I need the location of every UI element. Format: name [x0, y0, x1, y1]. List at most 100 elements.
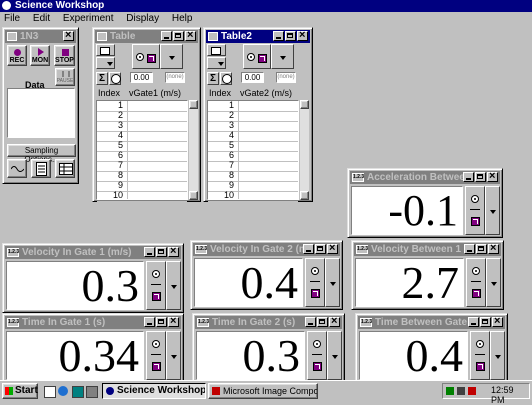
maximize-button[interactable]: [156, 317, 167, 327]
input-selector[interactable]: [132, 44, 160, 69]
table-options-button[interactable]: [96, 44, 115, 56]
task-image-composer[interactable]: Microsoft Image Composer...: [208, 383, 318, 399]
experiment-titlebar[interactable]: 1N30...: [5, 30, 76, 43]
close-button[interactable]: [327, 243, 338, 255]
start-button[interactable]: Start: [2, 383, 38, 399]
input-selector[interactable]: [305, 258, 325, 307]
close-button[interactable]: [185, 30, 196, 42]
input-dropdown[interactable]: [485, 186, 500, 235]
table-window-2[interactable]: Table2 Σ 0.00 (none) Index vGate2 (m/s) …: [203, 27, 313, 202]
table-titlebar[interactable]: Table: [95, 30, 198, 43]
input-dropdown[interactable]: [166, 331, 181, 380]
menu-file[interactable]: File: [4, 13, 20, 24]
table-options-button[interactable]: [207, 44, 226, 56]
display-titlebar[interactable]: 1.2.3 Velocity In Gate 1 (m/s): [5, 246, 181, 259]
table-list-dropdown[interactable]: [96, 57, 115, 69]
scrollbar[interactable]: [189, 100, 198, 200]
time-button[interactable]: [220, 72, 232, 85]
maximize-button[interactable]: [285, 31, 296, 41]
experiment-window[interactable]: 1N30... REC MON STOP Data PAUSE Sampling…: [2, 27, 79, 184]
input-dropdown[interactable]: [160, 44, 183, 69]
maximize-button[interactable]: [317, 317, 328, 327]
table-grid[interactable]: 1 2 3 4 5 6 7 8 9 10: [96, 100, 188, 202]
input-selector[interactable]: [470, 331, 490, 380]
time-button[interactable]: [109, 72, 121, 85]
table-display-button[interactable]: [55, 159, 75, 178]
minimize-button[interactable]: [463, 172, 474, 182]
input-dropdown[interactable]: [486, 258, 501, 307]
app-title-bar[interactable]: Science Workshop: [0, 0, 532, 12]
menu-help[interactable]: Help: [172, 13, 193, 24]
input-selector[interactable]: [465, 186, 485, 235]
input-dropdown[interactable]: [327, 331, 342, 380]
minimize-button[interactable]: [161, 31, 172, 41]
minimize-button[interactable]: [464, 244, 475, 254]
rec-button[interactable]: REC: [7, 45, 27, 66]
digits-display-time2[interactable]: 1.2.3Time In Gate 2 (s) 0.3: [192, 313, 345, 383]
tray-antivirus-icon[interactable]: [468, 387, 476, 395]
quicklaunch-ie-icon[interactable]: [58, 386, 68, 396]
close-button[interactable]: [168, 316, 179, 328]
stop-button[interactable]: STOP: [54, 45, 75, 66]
input-selector[interactable]: [146, 331, 166, 380]
close-button[interactable]: [297, 30, 308, 42]
close-button[interactable]: [492, 316, 503, 328]
sampling-options-button[interactable]: Sampling Options...: [7, 144, 76, 164]
display-titlebar[interactable]: 1.2.3Time Between Gate 1 &...: [358, 316, 505, 329]
display-titlebar[interactable]: 1.2.3 Time In Gate 2 (s): [195, 316, 342, 329]
menu-edit[interactable]: Edit: [33, 13, 50, 24]
notes-display-button[interactable]: [31, 159, 51, 178]
close-button[interactable]: [329, 316, 340, 328]
digits-display-time12[interactable]: 1.2.3Time Between Gate 1 &... 0.4: [355, 313, 508, 383]
minimize-button[interactable]: [144, 317, 155, 327]
table2-titlebar[interactable]: Table2: [206, 30, 310, 43]
input-dropdown[interactable]: [325, 258, 340, 307]
maximize-button[interactable]: [480, 317, 491, 327]
pause-button[interactable]: PAUSE: [55, 68, 75, 86]
maximize-button[interactable]: [156, 247, 167, 257]
data-list[interactable]: [7, 88, 75, 138]
maximize-button[interactable]: [173, 31, 184, 41]
input-dropdown[interactable]: [166, 261, 181, 310]
quicklaunch-edit-icon[interactable]: [44, 386, 56, 398]
display-titlebar[interactable]: 1.2.3 Time In Gate 1 (s): [5, 316, 181, 329]
close-button[interactable]: [488, 243, 499, 255]
digits-display-vel1[interactable]: 1.2.3Velocity In Gate 1 (m/s) 0.3: [2, 243, 184, 313]
units-dropdown[interactable]: (none): [165, 72, 185, 83]
table-row[interactable]: 10: [208, 190, 298, 202]
task-science-workshop[interactable]: Science Workshop: [102, 383, 206, 399]
quicklaunch-app-icon[interactable]: [86, 386, 98, 398]
scroll-down-button[interactable]: [300, 191, 309, 200]
tray-network-icon[interactable]: [446, 387, 454, 395]
table-grid[interactable]: 1 2 3 4 5 6 7 8 9 10: [207, 100, 299, 202]
digits-display-vel12[interactable]: 1.2.3Velocity Between 1 & 2 (... 2.7: [351, 240, 504, 310]
minimize-button[interactable]: [303, 244, 314, 254]
display-titlebar[interactable]: 1.2.3Velocity Between 1 & 2 (...: [354, 243, 501, 256]
scroll-down-button[interactable]: [189, 191, 198, 200]
maximize-button[interactable]: [315, 244, 326, 254]
statistics-button[interactable]: Σ: [207, 72, 219, 85]
table-row[interactable]: 10: [97, 190, 187, 202]
input-selector[interactable]: [307, 331, 327, 380]
table-list-dropdown[interactable]: [207, 57, 226, 69]
maximize-button[interactable]: [476, 244, 487, 254]
input-selector[interactable]: [466, 258, 486, 307]
close-button[interactable]: [168, 246, 179, 258]
minimize-button[interactable]: [144, 247, 155, 257]
time-value-field[interactable]: 0.00: [241, 72, 264, 83]
minimize-button[interactable]: [305, 317, 316, 327]
input-selector[interactable]: [243, 44, 271, 69]
menu-display[interactable]: Display: [126, 13, 159, 24]
time-value-field[interactable]: 0.00: [130, 72, 153, 83]
display-titlebar[interactable]: 1.2.3Acceleration Between 1 ...: [350, 171, 500, 184]
tray-volume-icon[interactable]: [457, 387, 465, 395]
input-selector[interactable]: [146, 261, 166, 310]
digits-display-time1[interactable]: 1.2.3Time In Gate 1 (s) 0.34: [2, 313, 184, 383]
close-button[interactable]: [63, 30, 74, 42]
scroll-up-button[interactable]: [189, 100, 198, 109]
input-dropdown[interactable]: [271, 44, 294, 69]
mon-button[interactable]: MON: [30, 45, 50, 66]
minimize-button[interactable]: [273, 31, 284, 41]
display-titlebar[interactable]: 1.2.3Velocity In Gate 2 (m/s): [193, 243, 340, 256]
graph-display-button[interactable]: [7, 159, 27, 178]
